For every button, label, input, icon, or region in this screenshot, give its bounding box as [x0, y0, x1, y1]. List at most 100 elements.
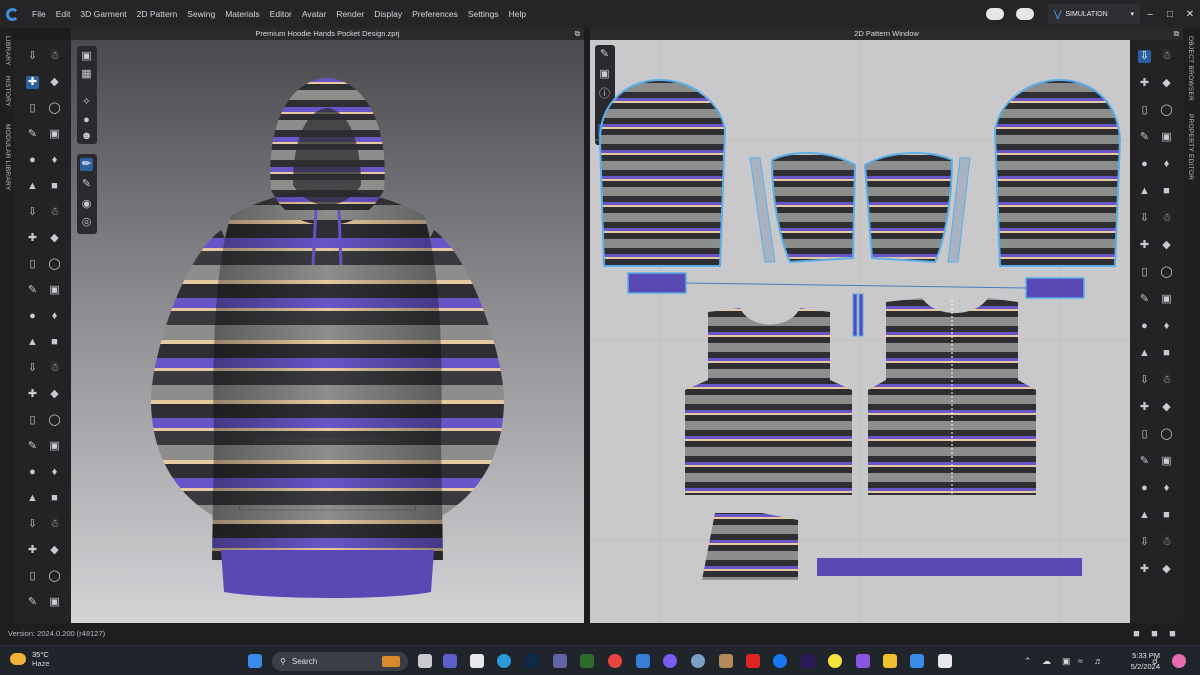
store-icon[interactable] [470, 654, 484, 668]
2d-tool-icon[interactable]: ▲ [1138, 509, 1151, 522]
2d-tool-icon[interactable]: ☃ [1160, 212, 1173, 225]
3d-tool-icon[interactable]: ⇩ [26, 206, 39, 219]
2d-tool-icon[interactable]: ♦ [1160, 482, 1173, 495]
menu-file[interactable]: File [27, 9, 51, 19]
2d-tool-icon[interactable]: ☃ [1160, 50, 1173, 63]
undock-icon[interactable]: ⧉ [575, 28, 580, 40]
fit-view-icon[interactable]: ■ [1130, 628, 1143, 641]
2d-tool-icon[interactable]: ◯ [1160, 266, 1173, 279]
2d-tool-icon[interactable]: ◆ [1160, 563, 1173, 576]
2d-tool-icon[interactable]: ■ [1160, 347, 1173, 360]
facebook-icon[interactable] [773, 654, 787, 668]
3d-garment-window[interactable]: ▣ ▦ ✧ ● ☻ ✏ ✎ ◉ ◎ [71, 40, 584, 623]
start-icon[interactable] [248, 654, 262, 668]
2d-tool-icon[interactable]: ⇩ [1138, 50, 1151, 63]
2d-tool-icon[interactable]: ● [1138, 482, 1151, 495]
3d-tool-icon[interactable]: ✚ [26, 232, 39, 245]
folder-icon[interactable] [883, 654, 897, 668]
3d-tool-icon[interactable]: ▣ [48, 128, 61, 141]
3d-tool-icon[interactable]: ▣ [48, 596, 61, 609]
3d-tool-icon[interactable]: ◆ [48, 388, 61, 401]
menu-display[interactable]: Display [369, 9, 407, 19]
pt-icon[interactable] [580, 654, 594, 668]
2d-tool-icon[interactable]: ✎ [1138, 455, 1151, 468]
2d-tool-icon[interactable]: ■ [1160, 509, 1173, 522]
3d-tool-icon[interactable]: ▲ [26, 180, 39, 193]
volume-icon[interactable]: ♬ [1094, 656, 1103, 666]
3d-tool-icon[interactable]: ◯ [48, 102, 61, 115]
task-view-icon[interactable] [418, 654, 432, 668]
menu-2d-pattern[interactable]: 2D Pattern [132, 9, 183, 19]
media-icon[interactable] [719, 654, 733, 668]
2d-tool-icon[interactable]: ☃ [1160, 374, 1173, 387]
2d-tool-icon[interactable]: ▯ [1138, 266, 1151, 279]
2d-tool-icon[interactable]: ✎ [1138, 293, 1151, 306]
cloud-tray-icon[interactable]: ☁ [1042, 656, 1051, 667]
2d-tool-icon[interactable]: ⇩ [1138, 374, 1151, 387]
3d-tool-icon[interactable]: ⇩ [26, 518, 39, 531]
3d-tool-icon[interactable]: ▣ [48, 284, 61, 297]
3d-tool-icon[interactable]: ◯ [48, 570, 61, 583]
taskbar-search[interactable]: ⚲ Search [272, 652, 408, 671]
3d-tool-icon[interactable]: ♦ [48, 154, 61, 167]
3d-tool-icon[interactable]: ▯ [26, 414, 39, 427]
2d-tool-icon[interactable]: ▣ [1160, 131, 1173, 144]
3d-tool-icon[interactable]: ☃ [48, 362, 61, 375]
photos-icon[interactable] [636, 654, 650, 668]
2d-tool-icon[interactable]: ⇩ [1138, 212, 1151, 225]
2d-tool-icon[interactable]: ▣ [1160, 455, 1173, 468]
maximize-button[interactable]: □ [1160, 9, 1180, 20]
3d-tool-icon[interactable]: ▣ [48, 440, 61, 453]
2d-tool-icon[interactable]: ♦ [1160, 158, 1173, 171]
menu-preferences[interactable]: Preferences [407, 9, 463, 19]
menu-editor[interactable]: Editor [265, 9, 297, 19]
3d-tool-icon[interactable]: ▲ [26, 336, 39, 349]
2d-tool-icon[interactable]: ✎ [1138, 131, 1151, 144]
2d-tool-icon[interactable]: ● [1138, 158, 1151, 171]
2d-tool-icon[interactable]: ■ [1160, 185, 1173, 198]
chevron-up-icon[interactable]: ⌃ [1024, 656, 1032, 667]
weather-widget[interactable]: 35°C Haze [10, 650, 50, 668]
3d-tool-icon[interactable]: ■ [48, 336, 61, 349]
3d-tool-icon[interactable]: ✚ [26, 76, 39, 89]
3d-tool-icon[interactable]: ■ [48, 492, 61, 505]
wifi-icon[interactable]: ≈ [1078, 656, 1083, 666]
2d-tool-icon[interactable]: ▯ [1138, 104, 1151, 117]
menu-render[interactable]: Render [331, 9, 369, 19]
minimize-button[interactable]: – [1140, 9, 1160, 20]
3d-tool-icon[interactable]: ● [26, 154, 39, 167]
3d-tool-icon[interactable]: ■ [48, 180, 61, 193]
3d-tool-icon[interactable]: ✎ [26, 440, 39, 453]
2d-tool-icon[interactable]: ▣ [1160, 293, 1173, 306]
3d-tool-icon[interactable]: ◯ [48, 414, 61, 427]
2d-tool-icon[interactable]: ◆ [1160, 77, 1173, 90]
3d-tool-icon[interactable]: ✚ [26, 388, 39, 401]
edge-icon[interactable] [497, 654, 511, 668]
clo-icon[interactable] [938, 654, 952, 668]
3d-tool-icon[interactable]: ◆ [48, 76, 61, 89]
photoshop-icon[interactable] [525, 654, 539, 668]
3d-tool-icon[interactable]: ◆ [48, 544, 61, 557]
cloud-icon[interactable] [1016, 8, 1034, 20]
2d-pattern-window[interactable]: ✎ ▣ ⓘ ✧ [590, 40, 1130, 623]
2d-tool-icon[interactable]: ▯ [1138, 428, 1151, 441]
menu-settings[interactable]: Settings [463, 9, 504, 19]
3d-tool-icon[interactable]: ⇩ [26, 50, 39, 63]
mode-dropdown[interactable]: ⋁ SIMULATION ▾ [1048, 4, 1140, 24]
2d-tool-icon[interactable]: ◯ [1160, 104, 1173, 117]
3d-tool-icon[interactable]: ▯ [26, 102, 39, 115]
menu-edit[interactable]: Edit [51, 9, 76, 19]
3d-tool-icon[interactable]: ✎ [26, 284, 39, 297]
chrome-icon[interactable] [608, 654, 622, 668]
2d-tool-icon[interactable]: ◯ [1160, 428, 1173, 441]
3d-tool-icon[interactable]: ▯ [26, 258, 39, 271]
menu-sewing[interactable]: Sewing [182, 9, 220, 19]
teams-icon[interactable] [553, 654, 567, 668]
2d-tool-icon[interactable]: ✚ [1138, 401, 1151, 414]
tab-library[interactable]: LIBRARY [4, 36, 11, 66]
2d-tool-icon[interactable]: ◆ [1160, 239, 1173, 252]
youtube-icon[interactable] [746, 654, 760, 668]
2d-tool-icon[interactable]: ✚ [1138, 77, 1151, 90]
premiere-icon[interactable] [801, 654, 815, 668]
2d-tool-icon[interactable]: ▲ [1138, 347, 1151, 360]
